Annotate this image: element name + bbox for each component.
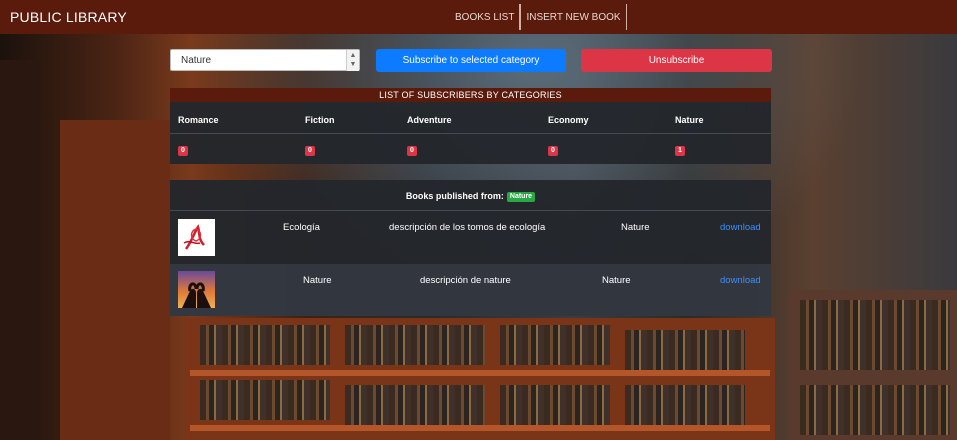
book-spines	[500, 385, 610, 425]
books-table-title: Books published from: Nature	[170, 191, 771, 202]
count-badge-adventure: 0	[407, 146, 417, 156]
book-title: Ecología	[283, 222, 320, 233]
book-cover-nature	[178, 271, 215, 308]
download-link[interactable]: download	[720, 275, 761, 286]
category-select[interactable]: Nature ▲ ▼	[170, 49, 360, 71]
download-link[interactable]: download	[720, 222, 761, 233]
book-spines	[345, 385, 485, 425]
book-description: descripción de los tomos de ecología	[389, 222, 546, 233]
book-spines	[500, 325, 610, 365]
nav-links: BOOKS LIST INSERT NEW BOOK	[450, 4, 627, 30]
book-cover-ecologia	[178, 219, 215, 256]
table-divider	[170, 133, 771, 134]
subscribe-button[interactable]: Subscribe to selected category	[376, 49, 566, 72]
left-bookcase	[60, 120, 170, 440]
category-select-value: Nature	[181, 55, 212, 66]
column-header-romance: Romance	[178, 115, 219, 125]
column-header-economy: Economy	[548, 115, 589, 125]
table-row: Ecología descripción de los tomos de eco…	[170, 211, 771, 263]
books-title-prefix: Books published from:	[405, 191, 504, 201]
column-header-adventure: Adventure	[407, 115, 452, 125]
book-category: Nature	[621, 222, 650, 233]
shelf-board	[190, 425, 770, 431]
left-wall	[0, 60, 40, 440]
category-badge: Nature	[506, 192, 536, 202]
nav-books-list[interactable]: BOOKS LIST	[450, 4, 521, 30]
book-spines	[800, 385, 950, 435]
book-spines	[200, 380, 330, 420]
book-spines	[800, 300, 950, 370]
unsubscribe-button[interactable]: Unsubscribe	[581, 49, 772, 72]
book-spines	[625, 330, 745, 370]
book-description: descripción de nature	[420, 275, 511, 286]
chevron-down-icon[interactable]: ▲ ▼	[346, 50, 359, 71]
shelf-board	[190, 370, 770, 376]
book-spines	[625, 385, 745, 425]
top-navbar: PUBLIC LIBRARY BOOKS LIST INSERT NEW BOO…	[0, 0, 957, 34]
books-table: Books published from: Nature Ecología des…	[170, 180, 771, 316]
table-row: Nature descripción de nature Nature down…	[170, 264, 771, 316]
subscribers-table: Romance Fiction Adventure Economy Nature…	[170, 102, 771, 164]
nav-insert-new-book[interactable]: INSERT NEW BOOK	[520, 4, 627, 30]
column-header-nature: Nature	[675, 115, 704, 125]
book-title: Nature	[303, 275, 332, 286]
brand-logo-text[interactable]: PUBLIC LIBRARY	[10, 9, 127, 25]
count-badge-romance: 0	[178, 146, 188, 156]
subscribers-table-title: LIST OF SUBSCRIBERS BY CATEGORIES	[170, 88, 771, 102]
book-spines	[200, 325, 330, 365]
count-badge-fiction: 0	[305, 146, 315, 156]
book-spines	[345, 325, 485, 365]
count-badge-economy: 0	[548, 146, 558, 156]
column-header-fiction: Fiction	[305, 115, 335, 125]
book-category: Nature	[602, 275, 631, 286]
count-badge-nature: 1	[675, 146, 685, 156]
